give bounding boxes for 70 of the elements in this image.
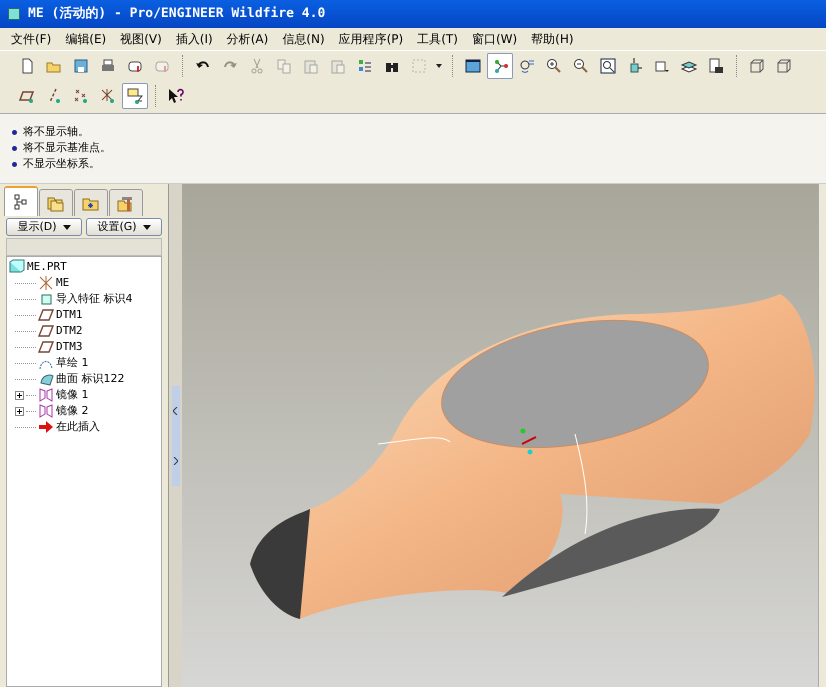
menu-item[interactable]: 信息(N) [275, 30, 332, 48]
part-icon [9, 259, 25, 275]
regenerate-icon [357, 58, 373, 74]
caret-down-icon [436, 64, 442, 68]
tree-item[interactable]: 曲面 标识122 [56, 370, 124, 388]
selection-box-icon [411, 58, 427, 74]
chevron-right-icon [173, 456, 178, 464]
datum-plane-icon [38, 307, 54, 323]
tree-item[interactable]: 镜像 1 [56, 386, 88, 404]
annotation-button[interactable] [122, 83, 148, 109]
tree-item[interactable]: 导入特征 标识4 [56, 290, 132, 308]
message-text: 将不显示轴。 [23, 124, 89, 140]
tree-item[interactable]: DTM2 [56, 322, 82, 340]
datum-plane-icon [38, 323, 54, 339]
wireframe-cube-icon [749, 58, 765, 74]
zoom-in-icon [546, 58, 562, 74]
message-text: 不显示坐标系。 [23, 156, 100, 172]
coordinate-system-icon [38, 275, 54, 291]
orient-mode-icon [519, 58, 535, 74]
annotation-icon [127, 88, 143, 104]
copy-icon [276, 58, 292, 74]
refit-icon [600, 58, 616, 74]
hammer-folder-icon [117, 194, 135, 212]
caret-down-icon [142, 224, 151, 230]
datum-plane-icon [38, 339, 54, 355]
help-cursor-icon [168, 88, 184, 104]
menu-item[interactable]: 工具(T) [410, 30, 465, 48]
printer-icon [100, 58, 116, 74]
app-icon [8, 8, 20, 20]
tree-item[interactable]: 在此插入 [56, 418, 100, 436]
tree-item[interactable]: DTM3 [56, 338, 82, 356]
bullet-icon [12, 146, 17, 150]
coordinate-system-icon [100, 88, 116, 104]
dropdown-button[interactable]: 设置(G) [86, 218, 162, 236]
menu-item[interactable]: 窗口(W) [464, 30, 524, 48]
insert-arrow-icon [38, 419, 54, 435]
menu-item[interactable]: 编辑(E) [58, 30, 114, 48]
caret-down-icon [62, 224, 71, 230]
clipboard-icon [303, 58, 319, 74]
expand-toggle-icon[interactable] [15, 390, 24, 400]
menu-item[interactable]: 文件(F) [4, 30, 58, 48]
tree-item[interactable]: ME.PRT [27, 258, 67, 276]
bullet-icon [12, 162, 17, 166]
repaint-icon [465, 58, 481, 74]
menu-item[interactable]: 分析(A) [220, 30, 276, 48]
spin-center-button[interactable] [487, 53, 513, 79]
message-text: 将不显示基准点。 [23, 140, 111, 156]
menu-item[interactable]: 插入(I) [168, 30, 220, 48]
expand-toggle-icon[interactable] [15, 406, 24, 416]
collapse-handle[interactable] [172, 386, 180, 486]
bullet-icon [12, 130, 17, 134]
tree-item[interactable]: ME [56, 274, 70, 292]
tree-item[interactable]: 镜像 2 [56, 402, 88, 420]
panel-tab[interactable] [4, 186, 38, 216]
window-title: ME (活动的) - Pro/ENGINEER Wildfire 4.0 [28, 5, 326, 24]
wireframe-cube-icon [776, 58, 792, 74]
spin-center-icon [492, 58, 508, 74]
datum-point-icon [73, 88, 89, 104]
mirror-icon [38, 403, 54, 419]
zoom-out-icon [573, 58, 589, 74]
clipboard-icon [330, 58, 346, 74]
menu-item[interactable]: 应用程序(P) [332, 30, 410, 48]
tree-item[interactable]: 草绘 1 [56, 354, 88, 372]
scissors-icon [249, 58, 265, 74]
tree-item[interactable]: DTM1 [56, 306, 82, 324]
menu-item[interactable]: 视图(V) [113, 30, 169, 48]
chevron-left-icon [173, 406, 178, 414]
dropdown-button[interactable]: 显示(D) [6, 218, 82, 236]
mirror-icon [38, 387, 54, 403]
menu-item[interactable]: 帮助(H) [524, 30, 581, 48]
